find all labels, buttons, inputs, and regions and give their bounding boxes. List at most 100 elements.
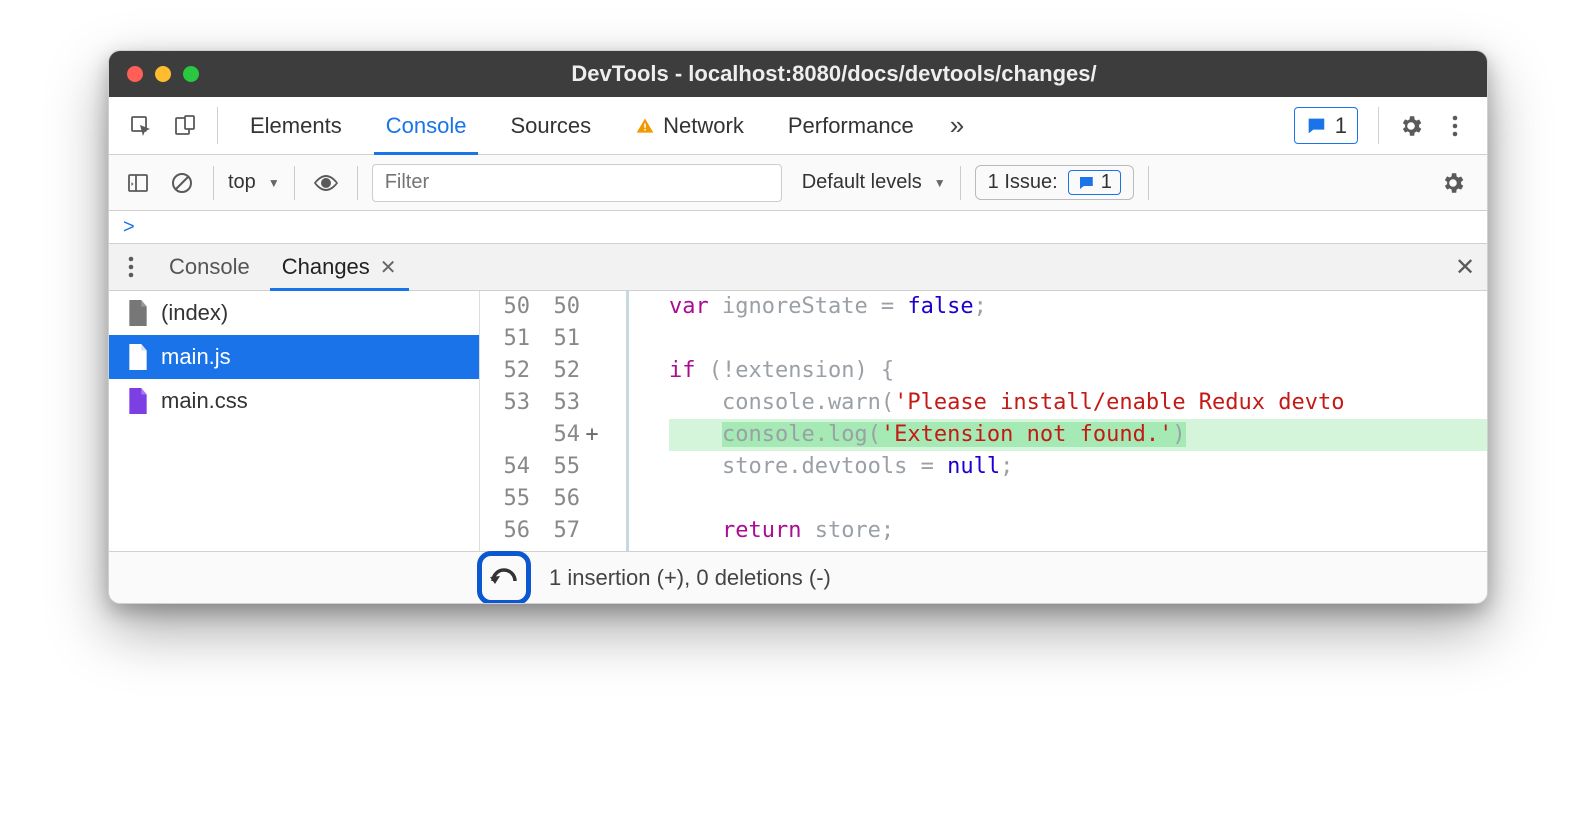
- tab-label: Console: [169, 254, 250, 280]
- undo-icon: [489, 567, 519, 589]
- diff-sign: [580, 387, 604, 419]
- separator: [213, 166, 214, 200]
- window-controls: [127, 66, 199, 82]
- minimize-window-button[interactable]: [155, 66, 171, 82]
- tab-label: Changes: [282, 254, 370, 280]
- diff-sign: [580, 483, 604, 515]
- issues-pill[interactable]: 1 Issue: 1: [975, 165, 1134, 200]
- tab-sources[interactable]: Sources: [488, 97, 613, 154]
- new-lineno: 53: [530, 387, 580, 419]
- log-level-selector[interactable]: Default levels ▼: [802, 171, 946, 194]
- tab-label: Performance: [788, 113, 914, 139]
- old-lineno: 52: [480, 355, 530, 387]
- filter-input[interactable]: [372, 164, 782, 202]
- tab-console[interactable]: Console: [364, 97, 489, 154]
- close-window-button[interactable]: [127, 66, 143, 82]
- code-line: [669, 483, 1487, 515]
- drawer-tab-bar: Console Changes ✕ ✕: [109, 243, 1487, 291]
- new-lineno: 57: [530, 515, 580, 547]
- issues-badge[interactable]: 1: [1294, 107, 1358, 144]
- drawer-tab-changes[interactable]: Changes ✕: [266, 244, 413, 290]
- file-icon: [127, 300, 149, 326]
- close-tab-icon[interactable]: ✕: [380, 255, 397, 280]
- inspect-icon[interactable]: [119, 97, 163, 154]
- window-title: DevTools - localhost:8080/docs/devtools/…: [199, 61, 1469, 87]
- new-lineno: 55: [530, 451, 580, 483]
- message-icon: [1305, 115, 1327, 137]
- code-view[interactable]: var ignoreState = false; if (!extension)…: [629, 291, 1487, 551]
- drawer-more-icon[interactable]: [109, 244, 153, 290]
- diff-sign: [580, 451, 604, 483]
- file-name: main.css: [161, 388, 248, 414]
- separator: [1378, 107, 1379, 144]
- old-lineno: 53: [480, 387, 530, 419]
- file-item-mainjs[interactable]: main.js: [109, 335, 479, 379]
- devtools-window: DevTools - localhost:8080/docs/devtools/…: [108, 50, 1488, 604]
- tab-performance[interactable]: Performance: [766, 97, 936, 154]
- code-line: console.warn('Please install/enable Redu…: [669, 387, 1487, 419]
- chevron-down-icon: ▼: [268, 176, 280, 190]
- tab-label: Network: [663, 113, 744, 139]
- context-selector[interactable]: top ▼: [228, 171, 280, 194]
- file-name: (index): [161, 300, 228, 326]
- zoom-window-button[interactable]: [183, 66, 199, 82]
- old-lineno: 56: [480, 515, 530, 547]
- issues-label: 1 Issue:: [988, 171, 1058, 194]
- tab-elements[interactable]: Elements: [228, 97, 364, 154]
- tab-more[interactable]: »: [936, 97, 978, 154]
- code-line: store.devtools = null;: [669, 451, 1487, 483]
- code-line: return store;: [669, 515, 1487, 547]
- console-prompt[interactable]: >: [109, 211, 1487, 243]
- tab-label: Elements: [250, 113, 342, 139]
- console-settings-icon[interactable]: [1431, 170, 1475, 196]
- diff-sign: [580, 355, 604, 387]
- code-line-added: console.log('Extension not found.'): [669, 419, 1487, 451]
- diff-editor: 5050 5151 5252 5353 54+ 5455 5556 5657 v…: [479, 291, 1487, 551]
- separator: [217, 107, 218, 144]
- revert-button[interactable]: [477, 551, 531, 605]
- drawer-tab-console[interactable]: Console: [153, 244, 266, 290]
- log-level-label: Default levels: [802, 171, 922, 194]
- old-lineno: 51: [480, 323, 530, 355]
- new-lineno: 50: [530, 291, 580, 323]
- new-lineno: 52: [530, 355, 580, 387]
- warning-icon: [635, 116, 655, 136]
- tab-label: Sources: [510, 113, 591, 139]
- tab-label: Console: [386, 113, 467, 139]
- context-label: top: [228, 171, 256, 194]
- device-mode-icon[interactable]: [163, 97, 207, 154]
- old-lineno: 54: [480, 451, 530, 483]
- changes-panel: (index) main.js main.css 5050 5151 5252 …: [109, 291, 1487, 551]
- title-bar: DevTools - localhost:8080/docs/devtools/…: [109, 51, 1487, 97]
- chevron-down-icon: ▼: [934, 176, 946, 190]
- more-menu-icon[interactable]: [1433, 97, 1477, 154]
- file-name: main.js: [161, 344, 231, 370]
- issues-count: 1: [1335, 113, 1347, 139]
- diff-sign: +: [580, 419, 604, 451]
- file-item-maincss[interactable]: main.css: [109, 379, 479, 423]
- old-lineno: [480, 419, 530, 451]
- file-icon: [127, 344, 149, 370]
- live-expression-icon[interactable]: [309, 166, 343, 200]
- code-line: if (!extension) {: [669, 355, 1487, 387]
- diff-sign: [580, 515, 604, 547]
- tab-network[interactable]: Network: [613, 97, 766, 154]
- file-list: (index) main.js main.css: [109, 291, 479, 551]
- file-icon: [127, 388, 149, 414]
- gutter: 5050 5151 5252 5353 54+ 5455 5556 5657: [479, 291, 629, 551]
- new-lineno: 56: [530, 483, 580, 515]
- separator: [1148, 166, 1149, 200]
- clear-console-icon[interactable]: [165, 166, 199, 200]
- new-lineno: 51: [530, 323, 580, 355]
- settings-icon[interactable]: [1389, 97, 1433, 154]
- message-icon: [1077, 174, 1095, 192]
- code-line: [669, 323, 1487, 355]
- diff-sign: [580, 323, 604, 355]
- separator: [357, 166, 358, 200]
- close-drawer-icon[interactable]: ✕: [1443, 244, 1487, 290]
- separator: [960, 166, 961, 200]
- sidebar-toggle-icon[interactable]: [121, 166, 155, 200]
- issues-pill-count: 1: [1101, 171, 1112, 194]
- old-lineno: 55: [480, 483, 530, 515]
- file-item-index[interactable]: (index): [109, 291, 479, 335]
